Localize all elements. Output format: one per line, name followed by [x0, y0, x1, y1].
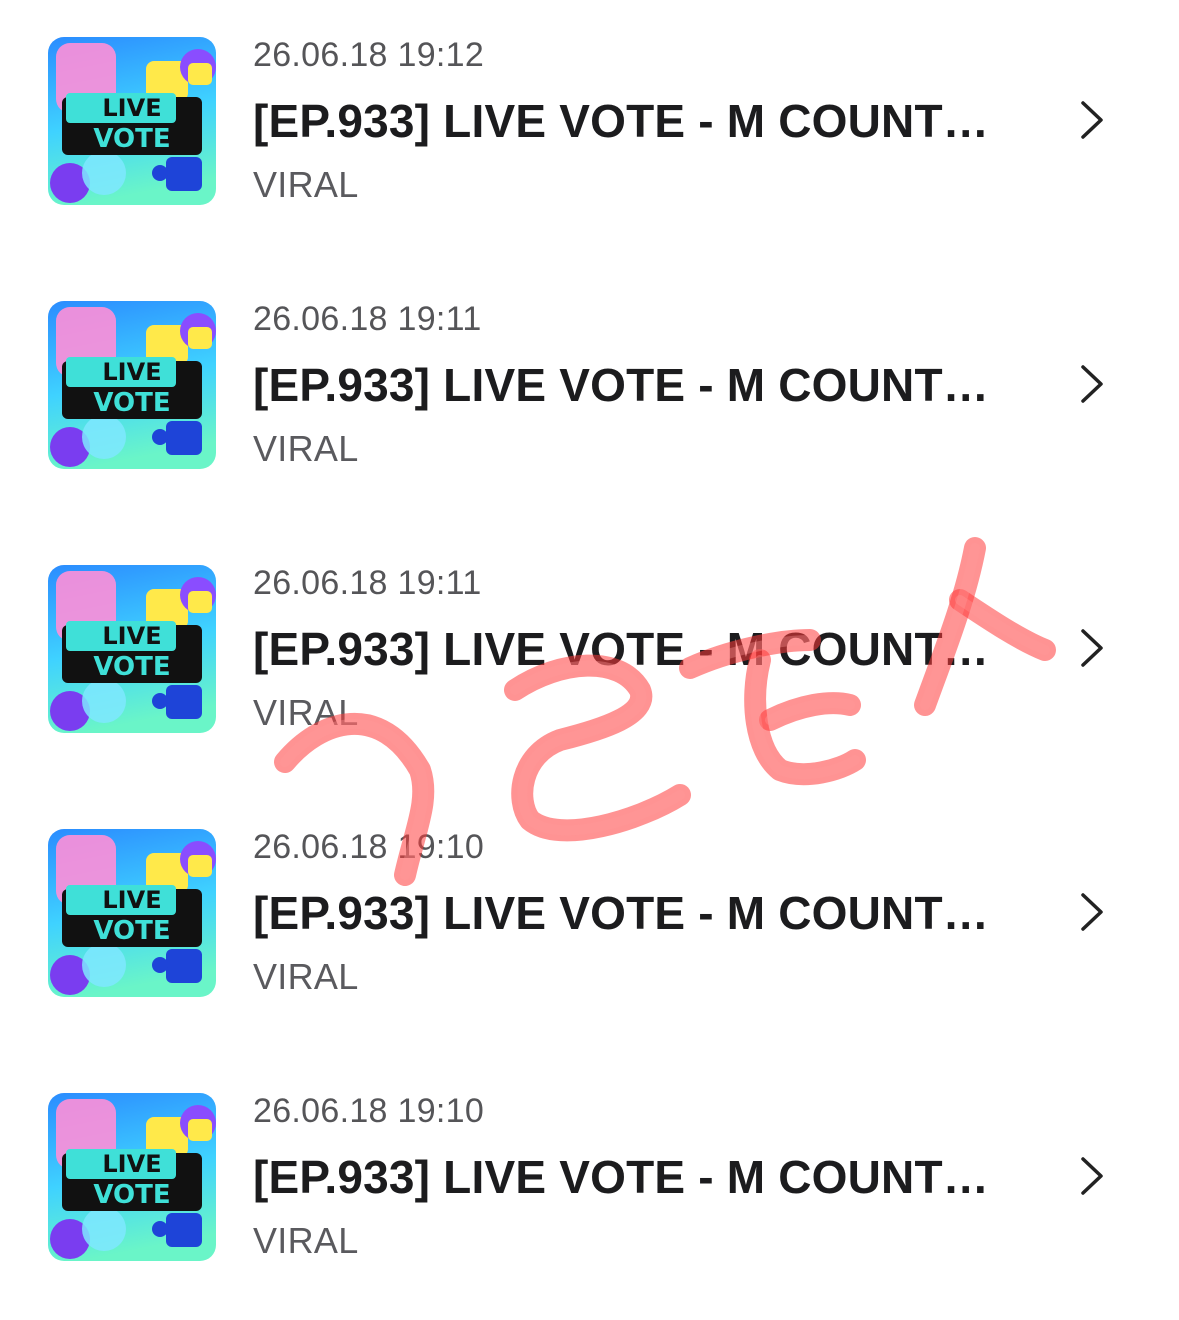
thumbnail-vote-text: VOTE [93, 388, 170, 418]
item-category: VIRAL [253, 428, 359, 469]
item-title: [EP.933] LIVE VOTE - M COUNTDOWN [253, 95, 1013, 147]
list-item[interactable]: LIVE VOTE 26.06.18 19:10 [EP.933] LIVE V… [0, 792, 1179, 1056]
list-item[interactable]: LIVE VOTE 26.06.18 19:11 [EP.933] LIVE V… [0, 264, 1179, 528]
item-date: 26.06.18 19:11 [253, 564, 482, 602]
item-category: VIRAL [253, 956, 359, 997]
item-category: VIRAL [253, 692, 359, 733]
chevron-right-icon[interactable] [1074, 98, 1108, 142]
live-vote-thumbnail: LIVE VOTE [48, 1093, 216, 1261]
live-vote-thumbnail: LIVE VOTE [48, 301, 216, 469]
live-vote-thumbnail: LIVE VOTE [48, 565, 216, 733]
item-date: 26.06.18 19:12 [253, 36, 485, 74]
thumbnail-live-text: LIVE [102, 886, 161, 914]
list-item[interactable]: LIVE VOTE 26.06.18 19:10 [EP.933] LIVE V… [0, 1056, 1179, 1320]
vote-history-list: LIVE VOTE 26.06.18 19:12 [EP.933] LIVE V… [0, 0, 1179, 1312]
item-title: [EP.933] LIVE VOTE - M COUNTDOWN [253, 887, 1013, 939]
item-date: 26.06.18 19:10 [253, 828, 485, 866]
chevron-right-icon[interactable] [1074, 626, 1108, 670]
live-vote-thumbnail: LIVE VOTE [48, 37, 216, 205]
item-date: 26.06.18 19:10 [253, 1092, 485, 1130]
thumbnail-vote-text: VOTE [93, 652, 170, 682]
item-title: [EP.933] LIVE VOTE - M COUNTDOWN [253, 623, 1013, 675]
chevron-right-icon[interactable] [1074, 1154, 1108, 1198]
item-title: [EP.933] LIVE VOTE - M COUNTDOWN [253, 1151, 1013, 1203]
thumbnail-vote-text: VOTE [93, 1180, 170, 1210]
list-item[interactable]: LIVE VOTE 26.06.18 19:12 [EP.933] LIVE V… [0, 0, 1179, 264]
chevron-right-icon[interactable] [1074, 362, 1108, 406]
thumbnail-vote-text: VOTE [93, 916, 170, 946]
item-category: VIRAL [253, 1220, 359, 1261]
item-category: VIRAL [253, 164, 359, 205]
thumbnail-live-text: LIVE [102, 622, 161, 650]
list-item[interactable]: LIVE VOTE 26.06.18 19:11 [EP.933] LIVE V… [0, 528, 1179, 792]
thumbnail-live-text: LIVE [102, 358, 161, 386]
chevron-right-icon[interactable] [1074, 890, 1108, 934]
thumbnail-vote-text: VOTE [93, 124, 170, 154]
live-vote-thumbnail: LIVE VOTE [48, 829, 216, 997]
item-title: [EP.933] LIVE VOTE - M COUNTDOWN [253, 359, 1013, 411]
thumbnail-live-text: LIVE [102, 94, 161, 122]
thumbnail-live-text: LIVE [102, 1150, 161, 1178]
item-date: 26.06.18 19:11 [253, 300, 482, 338]
